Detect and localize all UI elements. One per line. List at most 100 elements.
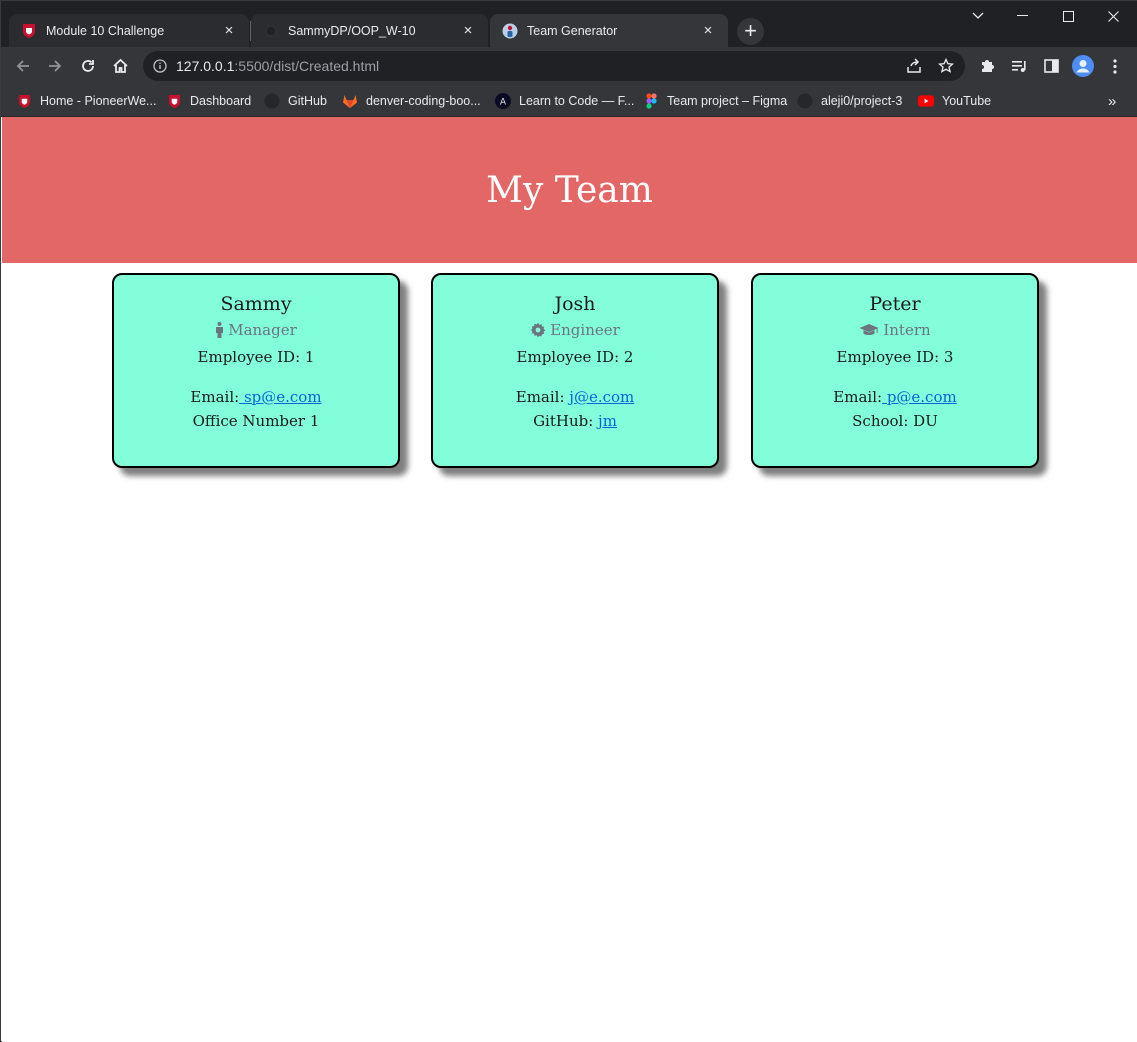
bookmark-label: Dashboard <box>190 94 252 108</box>
employee-name: Peter <box>869 293 921 315</box>
minimize-button[interactable] <box>1000 1 1045 31</box>
bookmark-label: Home - PioneerWe... <box>40 94 157 108</box>
github-link[interactable]: jm <box>598 412 617 430</box>
github-line: GitHub: jm <box>433 412 717 430</box>
email-label: Email: <box>190 388 240 406</box>
bookmark-label: aleji0/project-3 <box>821 94 903 108</box>
star-icon[interactable] <box>938 58 954 74</box>
minimize-icon <box>1017 15 1028 16</box>
bookmark-item[interactable]: YouTube <box>918 91 991 111</box>
share-icon[interactable] <box>906 58 922 74</box>
bookmark-label: denver-coding-boo... <box>366 94 481 108</box>
email-label: Email: <box>515 388 570 406</box>
bookmark-item[interactable]: A Learn to Code — F... <box>495 91 634 111</box>
browser-tab-strip: Module 10 Challenge × SammyDP/OOP_W-10 ×… <box>1 1 1137 47</box>
browser-toolbar: 127.0.0.1:5500/dist/Created.html <box>1 47 1137 85</box>
url-path: :5500/dist/Created.html <box>234 58 380 74</box>
bookmark-item[interactable]: Dashboard <box>166 91 251 111</box>
puzzle-icon <box>982 60 994 72</box>
close-icon[interactable]: × <box>460 22 476 39</box>
url-text: 127.0.0.1:5500/dist/Created.html <box>176 58 379 74</box>
side-panel-button[interactable] <box>1037 52 1065 80</box>
employee-card-intern: Peter Intern Employee ID: 3 Email: p@e.c… <box>751 273 1039 468</box>
chevron-double-right-icon: » <box>1108 92 1117 110</box>
extensions-button[interactable] <box>973 52 1001 80</box>
address-bar[interactable]: 127.0.0.1:5500/dist/Created.html <box>143 51 965 81</box>
reload-icon <box>82 60 94 72</box>
tab-title: Team Generator <box>527 23 618 38</box>
email-line: Email: sp@e.com <box>114 388 398 406</box>
tab-title: Module 10 Challenge <box>46 23 165 38</box>
email-link[interactable]: j@e.com <box>569 388 634 406</box>
employee-name: Josh <box>554 293 596 315</box>
close-window-button[interactable] <box>1091 1 1136 31</box>
freecodecamp-icon: A <box>495 93 511 109</box>
github-label: GitHub: <box>533 412 599 430</box>
graduation-cap-icon <box>859 324 879 335</box>
new-tab-button[interactable]: + <box>737 18 764 45</box>
menu-button[interactable] <box>1101 52 1129 80</box>
page-title: My Team <box>486 169 653 211</box>
email-line: Email: j@e.com <box>433 388 717 406</box>
media-control-button[interactable] <box>1005 52 1033 80</box>
email-link[interactable]: sp@e.com <box>239 388 322 406</box>
maximize-button[interactable] <box>1046 1 1091 31</box>
email-line: Email: p@e.com <box>753 388 1037 406</box>
shield-icon <box>21 23 37 39</box>
maximize-icon <box>1063 10 1074 22</box>
bookmark-item[interactable]: denver-coding-boo... <box>342 91 481 111</box>
figma-icon <box>643 93 659 109</box>
employee-id: Employee ID: 3 <box>836 348 954 366</box>
bookmark-item[interactable]: Home - PioneerWe... <box>16 91 156 111</box>
role-label: Manager <box>228 321 297 339</box>
browser-tab-active[interactable]: Team Generator × <box>490 14 728 47</box>
bookmarks-bar: Home - PioneerWe... Dashboard GitHub den… <box>1 85 1137 117</box>
person-icon <box>216 322 224 338</box>
chevron-down-icon <box>972 12 983 19</box>
forward-button[interactable] <box>41 52 69 80</box>
page-viewport: My Team Sammy Manager Employee ID: 1 Ema… <box>2 117 1137 1042</box>
bookmark-label: Team project – Figma <box>667 94 788 108</box>
home-icon <box>112 58 128 73</box>
email-label: Email: <box>833 388 883 406</box>
shield-icon <box>16 93 32 109</box>
close-icon[interactable]: × <box>221 22 237 39</box>
github-icon <box>797 93 813 109</box>
email-link[interactable]: p@e.com <box>882 388 957 406</box>
youtube-icon <box>918 93 934 109</box>
employee-role: Manager <box>114 321 398 339</box>
shield-icon <box>166 93 182 109</box>
close-icon[interactable]: × <box>700 22 716 39</box>
bookmark-item[interactable]: Team project – Figma <box>643 91 787 111</box>
arrow-left-icon <box>16 60 29 72</box>
gear-icon <box>530 322 546 338</box>
home-button[interactable] <box>106 52 134 80</box>
close-icon <box>1108 10 1119 22</box>
tab-search-button[interactable] <box>955 1 1000 31</box>
arrow-right-icon <box>49 60 62 72</box>
bookmark-item[interactable]: GitHub <box>264 91 327 111</box>
bookmark-label: Learn to Code — F... <box>519 94 635 108</box>
employee-id: Employee ID: 2 <box>516 348 634 366</box>
browser-tab[interactable]: SammyDP/OOP_W-10 × <box>251 14 488 47</box>
playlist-icon <box>1011 61 1026 72</box>
office-number: Office Number 1 <box>192 412 320 430</box>
role-label: Intern <box>883 321 931 339</box>
bookmarks-overflow-button[interactable]: » <box>1108 91 1116 111</box>
bookmark-item[interactable]: aleji0/project-3 <box>797 91 902 111</box>
info-icon <box>153 59 167 73</box>
back-button[interactable] <box>9 52 37 80</box>
bookmark-label: GitHub <box>288 94 327 108</box>
avatar-icon <box>1072 55 1094 77</box>
side-panel-icon <box>1043 59 1059 73</box>
employee-name: Sammy <box>220 293 292 315</box>
page-header: My Team <box>2 117 1137 263</box>
role-label: Engineer <box>550 321 620 339</box>
browser-tab[interactable]: Module 10 Challenge × <box>9 14 249 47</box>
employee-id: Employee ID: 1 <box>197 348 315 366</box>
employee-card-manager: Sammy Manager Employee ID: 1 Email: sp@e… <box>112 273 400 468</box>
reload-button[interactable] <box>74 52 102 80</box>
bookmark-label: YouTube <box>942 94 992 108</box>
profile-button[interactable] <box>1069 52 1097 80</box>
svg-text:A: A <box>500 98 507 108</box>
